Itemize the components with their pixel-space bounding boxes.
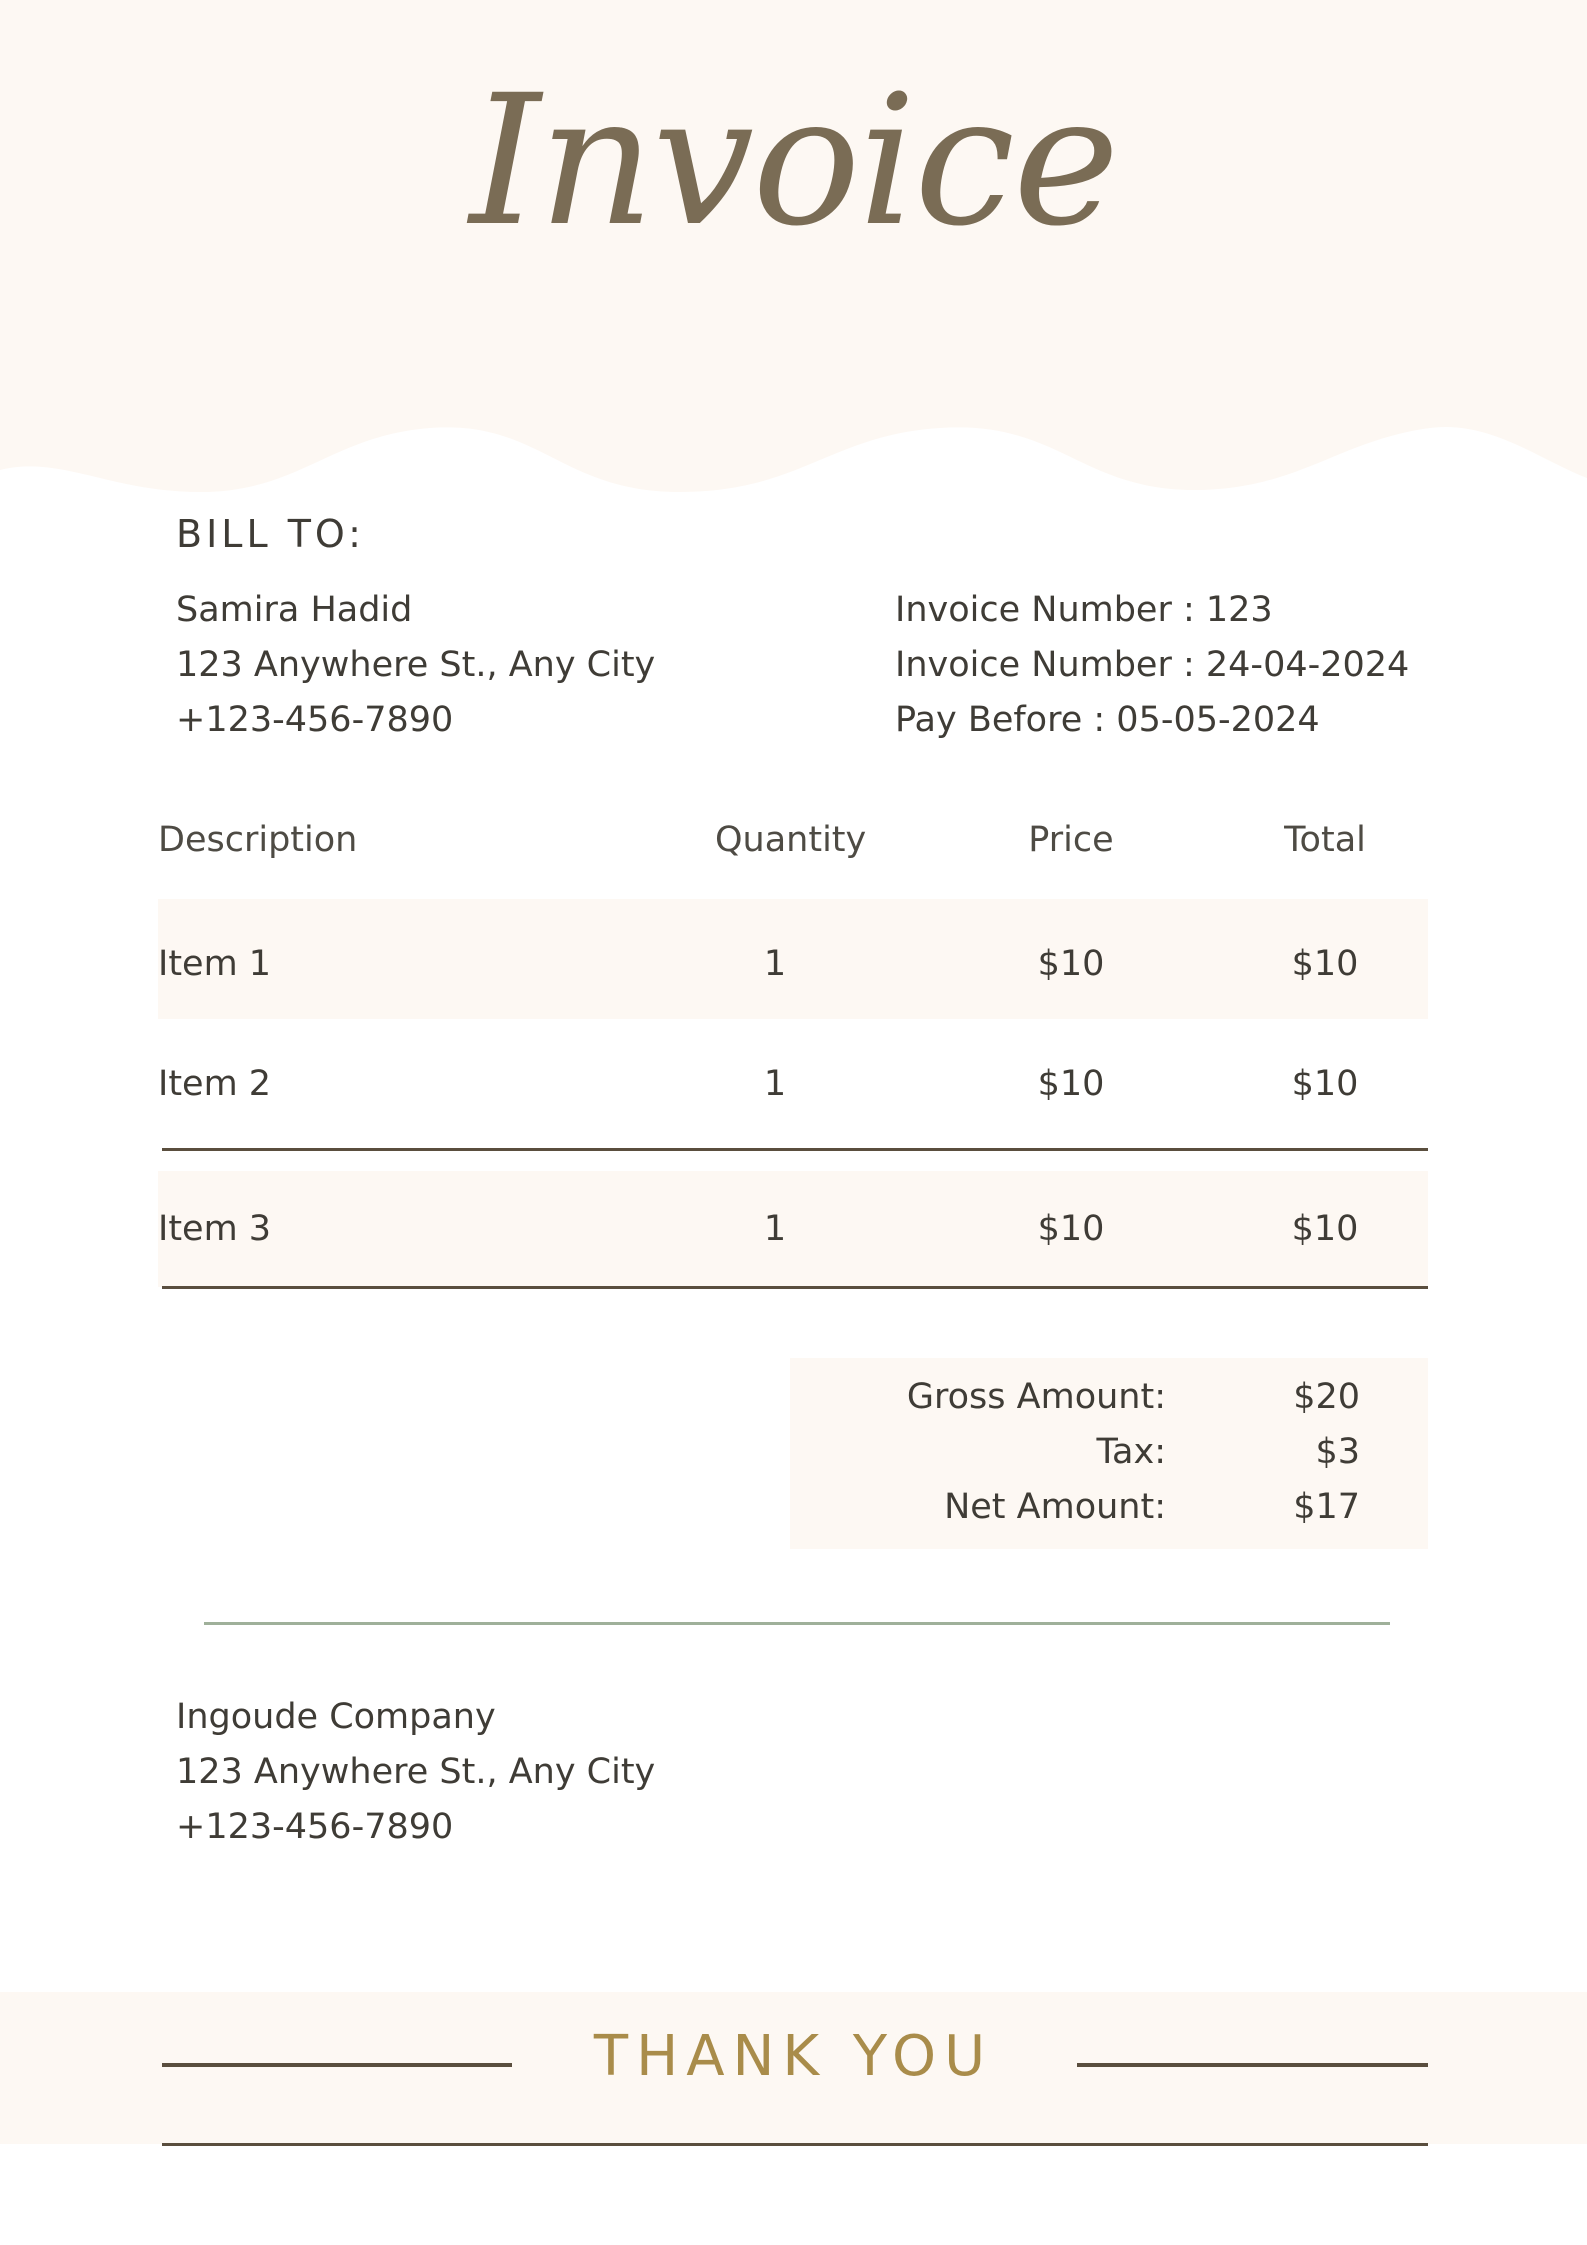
tax-label: Tax: <box>1096 1432 1166 1472</box>
cell-description: Item 2 <box>158 1064 272 1104</box>
gross-amount-label: Gross Amount: <box>906 1377 1166 1417</box>
invoice-date: Invoice Number : 24-04-2024 <box>895 645 1410 685</box>
company-block: Ingoude Company 123 Anywhere St., Any Ci… <box>176 1690 655 1855</box>
company-phone: +123-456-7890 <box>176 1807 454 1847</box>
cell-quantity: 1 <box>763 1064 787 1104</box>
table-row: Item 1 1 $10 $10 <box>158 899 1428 1029</box>
net-amount-row: Net Amount: $17 <box>790 1480 1428 1535</box>
table-row: Item 2 1 $10 $10 <box>158 1019 1428 1149</box>
cell-description: Item 1 <box>158 944 272 984</box>
totals-summary: Gross Amount: $20 Tax: $3 Net Amount: $1… <box>790 1358 1428 1549</box>
thank-you-text: THANK YOU <box>593 2024 994 2089</box>
footer-bottom-line <box>162 2143 1428 2146</box>
cell-total: $10 <box>1291 1064 1359 1104</box>
cell-price: $10 <box>1037 1064 1105 1104</box>
table-header-row: Description Quantity Price Total <box>158 810 1428 870</box>
table-row: Item 3 1 $10 $10 <box>158 1171 1428 1287</box>
cell-total: $10 <box>1291 1209 1359 1249</box>
section-divider <box>204 1622 1390 1625</box>
tax-row: Tax: $3 <box>790 1425 1428 1480</box>
gross-amount-row: Gross Amount: $20 <box>790 1370 1428 1425</box>
company-name: Ingoude Company <box>176 1697 496 1737</box>
column-header-price: Price <box>1028 820 1114 860</box>
customer-name: Samira Hadid <box>176 590 413 630</box>
invoice-number: Invoice Number : 123 <box>895 590 1273 630</box>
thank-you-right-line <box>1077 2063 1428 2067</box>
company-address: 123 Anywhere St., Any City <box>176 1752 656 1792</box>
cell-price: $10 <box>1037 1209 1105 1249</box>
bill-to-block: Samira Hadid 123 Anywhere St., Any City … <box>176 583 655 748</box>
cell-description: Item 3 <box>158 1209 272 1249</box>
tax-value: $3 <box>1315 1432 1360 1472</box>
column-header-total: Total <box>1284 820 1366 860</box>
cell-quantity: 1 <box>763 944 787 984</box>
cell-total: $10 <box>1291 944 1359 984</box>
column-header-quantity: Quantity <box>715 820 867 860</box>
column-header-description: Description <box>158 820 358 860</box>
customer-phone: +123-456-7890 <box>176 700 454 740</box>
gross-amount-value: $20 <box>1293 1377 1360 1417</box>
table-divider <box>162 1148 1428 1151</box>
invoice-meta-block: Invoice Number : 123 Invoice Number : 24… <box>895 583 1409 748</box>
thank-you-band: THANK YOU <box>0 1992 1587 2144</box>
pay-before-date: Pay Before : 05-05-2024 <box>895 700 1320 740</box>
cell-quantity: 1 <box>763 1209 787 1249</box>
customer-address: 123 Anywhere St., Any City <box>176 645 656 685</box>
bill-to-heading: BILL TO: <box>176 512 365 556</box>
cell-price: $10 <box>1037 944 1105 984</box>
net-amount-value: $17 <box>1293 1487 1360 1527</box>
invoice-title: Invoice <box>469 57 1120 266</box>
table-bottom-divider <box>162 1286 1428 1289</box>
net-amount-label: Net Amount: <box>944 1487 1166 1527</box>
